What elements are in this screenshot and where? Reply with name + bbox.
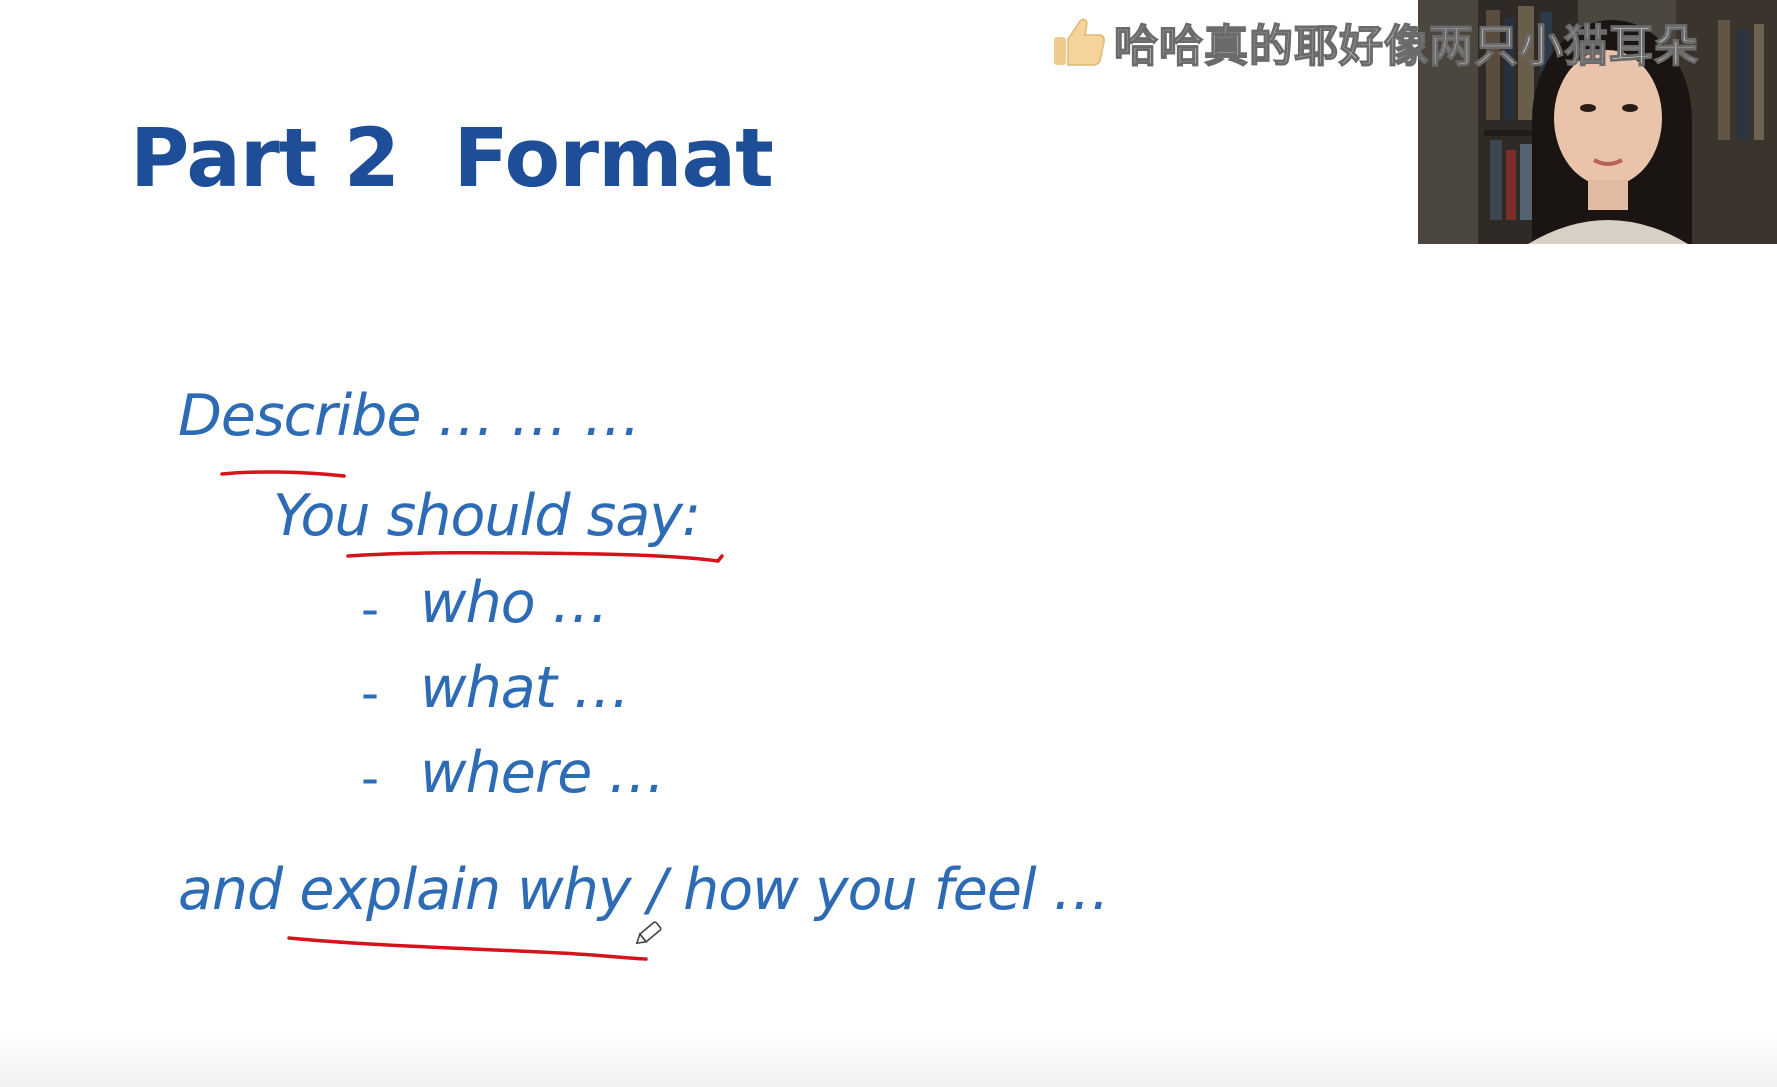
bullet-where: where … (420, 740, 665, 806)
bullet-dash: - (361, 749, 380, 807)
bottom-shade (0, 1030, 1777, 1087)
line-explain: and explain why / how you feel … (178, 857, 1110, 923)
overlay-comment: 哈哈真的耶好像两只小猫耳朵 (1052, 12, 1699, 73)
bullet-who: who … (420, 570, 609, 636)
slide-title: Part 2 Format (130, 112, 774, 206)
bullet-dash: - (361, 664, 380, 722)
underline-explain (287, 936, 648, 961)
thumbs-up-icon (1054, 18, 1105, 66)
underline-you-should-say (346, 551, 724, 563)
bullet-dash: - (361, 580, 380, 638)
underline-describe (220, 470, 346, 478)
overlay-comment-text: 哈哈真的耶好像两只小猫耳朵 (1113, 20, 1699, 73)
line-you-should-say: You should say: (273, 483, 701, 549)
pen-cursor-icon (635, 921, 662, 945)
line-describe: Describe … … … (178, 383, 641, 449)
bullet-what: what … (420, 655, 630, 721)
